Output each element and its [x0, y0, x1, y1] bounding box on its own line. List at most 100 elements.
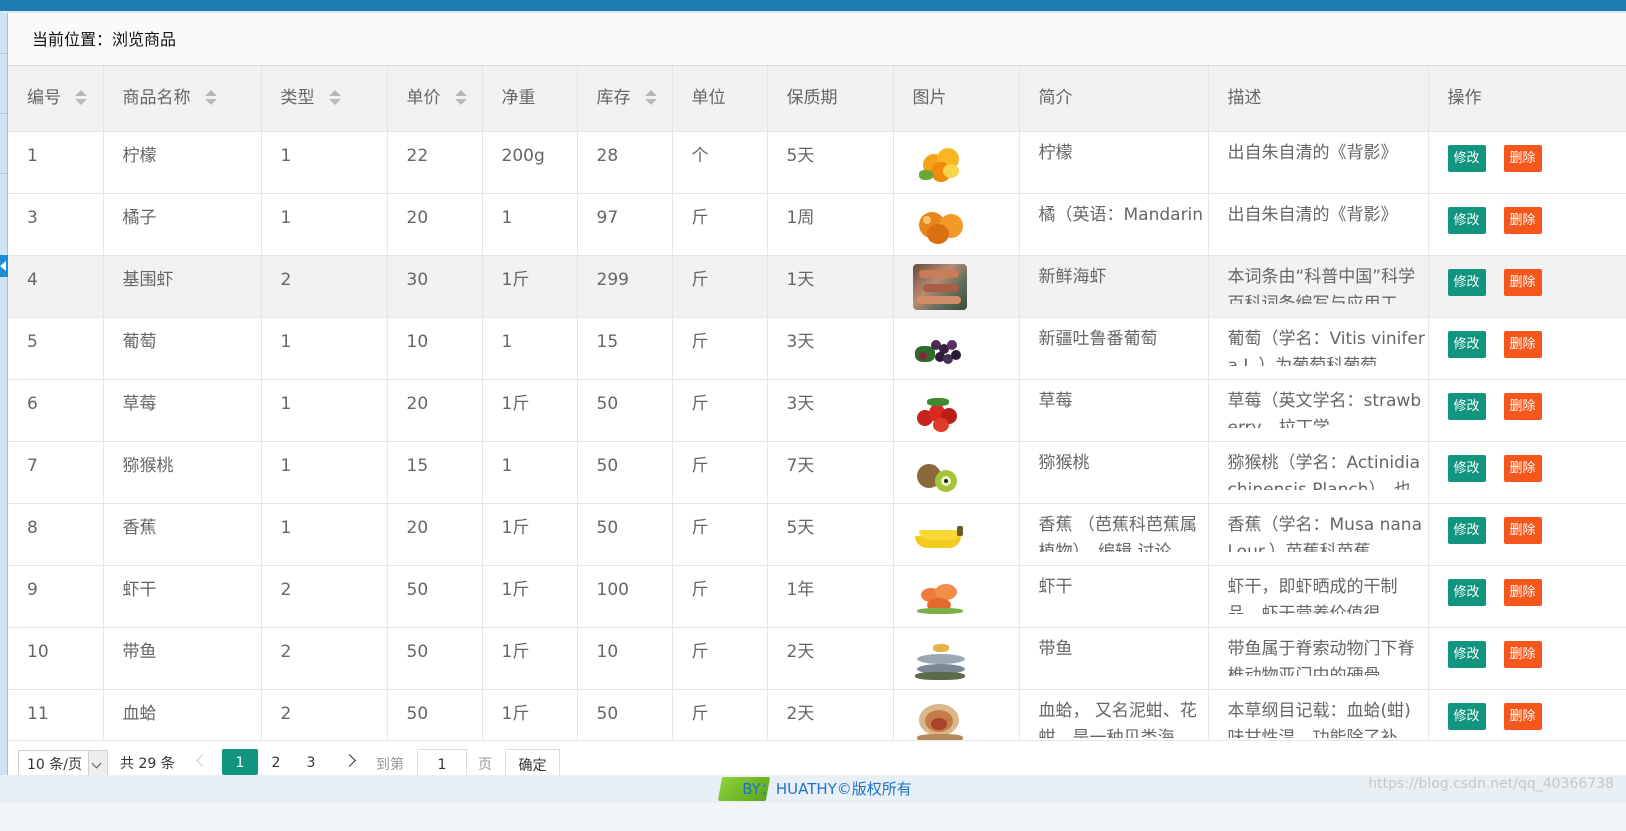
cell-weight: 1斤	[482, 565, 578, 628]
cell-name: 草莓	[103, 379, 262, 442]
cell-stock: 28	[577, 131, 673, 194]
delete-button[interactable]: 删除	[1503, 144, 1542, 172]
cell-summary: 橘（英语：Mandarin	[1019, 193, 1209, 256]
pagination: 10 条/页 共 29 条 1 2 3 到第 1 页 确定	[8, 741, 1626, 779]
edit-button[interactable]: 修改	[1447, 268, 1486, 296]
kiwi-image	[913, 450, 967, 496]
description-text: 出自朱自清的《背影》	[1227, 142, 1398, 163]
cell-weight: 1	[482, 441, 578, 504]
cell-shelf-life: 7天	[767, 441, 894, 504]
cell-name: 柠檬	[103, 131, 262, 194]
edit-button[interactable]: 修改	[1447, 516, 1486, 544]
cell-summary: 草莓	[1019, 379, 1209, 442]
table-row: 7 猕猴桃 1 15 1 50 斤 7天 猕猴桃 猕猴桃（学名：Actinidia chinens…	[8, 441, 1626, 504]
orange-image	[913, 202, 967, 248]
edit-button[interactable]: 修改	[1447, 702, 1486, 730]
description-text: 香蕉（学名：Musa nana Lour.）芭蕉科芭蕉	[1227, 514, 1423, 552]
summary-text: 带鱼	[1038, 638, 1073, 659]
cell-id: 3	[8, 193, 104, 256]
goto-label: 到第	[376, 757, 404, 773]
summary-text: 猕猴桃	[1038, 452, 1090, 473]
cell-unit: 斤	[672, 627, 768, 690]
cell-image	[893, 317, 1020, 380]
delete-button[interactable]: 删除	[1503, 330, 1542, 358]
column-header[interactable]: 库存	[577, 66, 673, 132]
shrimp-image	[912, 263, 967, 310]
banana-image	[913, 512, 967, 558]
column-header[interactable]: 商品名称	[103, 66, 262, 132]
cell-summary: 带鱼	[1019, 627, 1209, 690]
sort-icon[interactable]	[454, 89, 467, 106]
delete-button[interactable]: 删除	[1503, 454, 1542, 482]
edit-button[interactable]: 修改	[1447, 206, 1486, 234]
edit-button[interactable]: 修改	[1447, 330, 1486, 358]
cell-type: 1	[261, 503, 388, 566]
cell-price: 15	[387, 441, 483, 504]
edit-button[interactable]: 修改	[1447, 392, 1486, 420]
delete-button[interactable]: 删除	[1503, 268, 1542, 296]
edit-button[interactable]: 修改	[1447, 640, 1486, 668]
column-header-label: 单位	[691, 87, 726, 108]
page-unit-label: 页	[478, 757, 492, 773]
delete-button[interactable]: 删除	[1503, 516, 1542, 544]
table-row: 3 橘子 1 20 1 97 斤 1周 橘（英语：Mandarin 出自朱自清的《背影》 修改 删除	[8, 193, 1626, 256]
next-page-icon[interactable]	[343, 754, 356, 767]
delete-button[interactable]: 删除	[1503, 206, 1542, 234]
cell-name: 葡萄	[103, 317, 262, 380]
column-header[interactable]: 单价	[387, 66, 483, 132]
cell-image	[893, 131, 1020, 194]
column-header-label: 库存	[596, 87, 631, 108]
delete-button[interactable]: 删除	[1503, 578, 1542, 606]
column-header-label: 操作	[1447, 87, 1482, 108]
cell-weight: 1	[482, 317, 578, 380]
cell-unit: 斤	[672, 193, 768, 256]
description-text: 虾干，即虾晒成的干制品。虾干营养价值很	[1227, 576, 1398, 614]
cell-summary: 新疆吐鲁番葡萄	[1019, 317, 1209, 380]
cell-id: 1	[8, 131, 104, 194]
cell-summary: 虾干	[1019, 565, 1209, 628]
page-1-button[interactable]: 1	[222, 749, 258, 775]
column-header: 保质期	[767, 66, 894, 132]
cell-id: 8	[8, 503, 104, 566]
cell-unit: 斤	[672, 255, 768, 318]
cell-shelf-life: 3天	[767, 379, 894, 442]
description-text: 猕猴桃（学名：Actinidia chinensis Planch），也	[1227, 452, 1421, 490]
sort-icon[interactable]	[204, 89, 217, 106]
sort-icon[interactable]	[328, 89, 341, 106]
cell-id: 10	[8, 627, 104, 690]
chevron-down-icon[interactable]	[88, 751, 107, 777]
column-header-label: 描述	[1227, 87, 1262, 108]
column-header[interactable]: 编号	[8, 66, 104, 132]
table-row: 9 虾干 2 50 1斤 100 斤 1年 虾干 虾干，即虾晒成的干制品。虾干营养价值很 修改 删除	[8, 565, 1626, 628]
page-size-select[interactable]: 10 条/页	[18, 750, 108, 778]
cell-description: 本词条由“科普中国”科学百科词条编写与应用工	[1208, 255, 1429, 318]
column-header[interactable]: 类型	[261, 66, 388, 132]
cell-type: 1	[261, 131, 388, 194]
edit-button[interactable]: 修改	[1447, 454, 1486, 482]
description-text: 带鱼属于脊索动物门下脊椎动物亚门中的硬骨	[1227, 638, 1415, 676]
page-3-button[interactable]: 3	[293, 749, 329, 775]
sort-icon[interactable]	[75, 89, 87, 106]
cell-actions: 修改 删除	[1428, 441, 1626, 504]
cell-stock: 50	[577, 441, 673, 504]
column-header-label: 编号	[27, 87, 61, 108]
cell-price: 22	[387, 131, 483, 194]
cell-actions: 修改 删除	[1428, 379, 1626, 442]
prev-page-icon[interactable]	[196, 754, 209, 767]
cell-type: 1	[261, 441, 388, 504]
cell-stock: 15	[577, 317, 673, 380]
page-2-button[interactable]: 2	[258, 749, 294, 775]
delete-button[interactable]: 删除	[1503, 640, 1542, 668]
cell-name: 香蕉	[103, 503, 262, 566]
cell-shelf-life: 2天	[767, 627, 894, 690]
cell-image	[893, 193, 1020, 256]
sort-icon[interactable]	[644, 89, 657, 106]
column-header-label: 单价	[406, 87, 441, 108]
edit-button[interactable]: 修改	[1447, 578, 1486, 606]
copyright-text: BY：HUATHY©版权所有	[742, 780, 912, 798]
edit-button[interactable]: 修改	[1447, 144, 1486, 172]
delete-button[interactable]: 删除	[1503, 702, 1542, 730]
cell-description: 带鱼属于脊索动物门下脊椎动物亚门中的硬骨	[1208, 627, 1429, 690]
cell-name: 基围虾	[103, 255, 262, 318]
delete-button[interactable]: 删除	[1503, 392, 1542, 420]
